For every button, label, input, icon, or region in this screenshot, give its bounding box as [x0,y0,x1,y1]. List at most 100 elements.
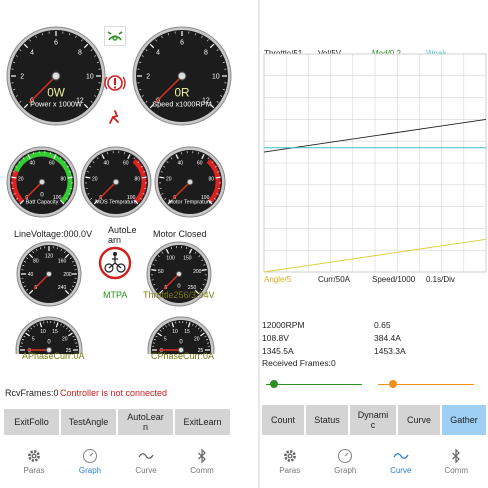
gauge-tick-label: 50 [158,269,164,275]
readout-current-2: 1345.5A [262,346,294,356]
rcv-frames-label: RcvFrames:0 [5,388,59,398]
gauge-tick-label: 10 [40,329,46,335]
gauge-tick-label: 20 [92,176,98,182]
nav-graph[interactable]: Graph [319,448,371,475]
legend-timebase: 0.1s/Div [426,275,455,284]
gauge-tick-label: 8 [78,49,82,56]
phase-a-current-label: APhaseCurr:0A [22,351,85,361]
gauge-tick-label: 20 [62,336,68,342]
bluetooth-icon [198,448,206,464]
nav-paras-label: Paras [23,466,45,475]
dashboard-panel: 0246810120WPower x 1000W 0246810120RSpee… [0,0,258,488]
gauge-tick [151,269,157,271]
connection-status: Controller is not connected [60,388,168,398]
gauge-tick-label: 100 [166,255,175,261]
exit-follow-button[interactable]: ExitFollo [4,409,59,435]
curve-button[interactable]: Curve [398,405,440,435]
nav-comm-label: Comm [444,466,469,475]
nav-paras[interactable]: Paras [264,448,316,475]
throttle-label: Throttle256/3.94V [143,290,215,300]
gauge-tick [11,176,17,179]
gauge-tick-label: 2 [146,73,150,80]
speedometer-icon [82,448,98,464]
gauge-tick-label: 20 [166,176,172,182]
legend-curr: Curr/50A [318,275,351,284]
gauge-caption: Power x 1000W [30,99,82,108]
nav-curve-label: Curve [390,466,412,475]
gauge-value: 0W [47,87,66,100]
bluetooth-icon [452,448,461,464]
gauge-tick-label: 6 [54,40,58,47]
slider-green[interactable] [266,380,362,390]
gauge-hub [186,178,194,186]
phase-c-current-gauge: 0510 1520250 [147,316,215,354]
gauge-tick-label: 40 [28,272,34,278]
gauge-hub [177,71,187,81]
readout-modulation: 0.65 [374,320,391,330]
speedometer-icon [338,448,353,464]
gauge-tick-label: 40 [103,161,109,167]
right-bottom-nav: Paras Graph Curve Comm [262,448,484,488]
nav-curve[interactable]: Curve [375,448,427,475]
gauge-tick-label: 40 [29,161,35,167]
gauge-tick [141,176,147,179]
gauge-value: 0 [40,192,44,199]
line-voltage-label: LineVoltage:000.0V [14,229,93,239]
nav-graph[interactable]: Graph [64,448,116,475]
legend-speed: Speed/1000 [372,275,416,284]
oscilloscope-panel: Throttle/51 Vol/5V Mod/0.2 Weak Angle/5 … [260,0,488,488]
dynamic-button[interactable]: Dynami c [350,405,396,435]
gear-icon [28,450,40,462]
wave-icon [393,453,409,459]
readout-current-3: 1453.3A [374,346,406,356]
gauge-tick-label: 15 [52,329,58,335]
gauge-tick-label: 4 [30,49,34,56]
gauge-caption: Batt Capacity [26,200,59,206]
count-button[interactable]: Count [262,405,304,435]
gauge-tick-label: 15 [184,329,190,335]
nav-graph-label: Graph [334,466,357,475]
gear-icon [283,450,296,462]
right-toolbar: Count Status Dynami c Curve Gather [262,405,486,435]
slider-green-knob[interactable] [270,380,279,388]
nav-comm[interactable]: Comm [430,448,482,475]
nav-curve[interactable]: Curve [120,448,172,475]
left-toolbar: ExitFollo TestAngle AutoLear n ExitLearn [4,409,230,435]
nav-paras-label: Paras [279,466,301,475]
battery-capacity-gauge: 0204060801000Batt Capacity [6,146,78,218]
gauge-tick [159,176,165,179]
exit-learn-button[interactable]: ExitLearn [175,409,230,435]
readout-current-1: 384.4A [374,333,401,343]
gauge-tick-label: 5 [164,336,167,342]
gauge-tick-label: 10 [172,329,178,335]
slider-orange-knob[interactable] [389,380,398,388]
slider-orange[interactable] [378,380,474,390]
gauge-tick [201,269,207,271]
auto-learn-button[interactable]: AutoLear n [118,409,173,435]
test-angle-button[interactable]: TestAngle [61,409,116,435]
status-button[interactable]: Status [306,405,348,435]
speed-gauge: 0246810120RSpeed x1000RPM [132,26,232,126]
steering-warning-icon [104,26,126,46]
nav-comm[interactable]: Comm [176,448,228,475]
gauge-tick-label: 120 [45,253,54,259]
mos-temperature-gauge: 020406080100MOS Temprature [80,146,152,218]
gauge-tick-label: 240 [58,285,67,291]
gauge-caption: MOS Temprature [95,200,137,206]
gauge-value: 0R [174,87,189,100]
oscilloscope-chart [263,53,487,273]
phase-a-current-gauge: 0510 1520250 [15,316,83,354]
nav-curve-label: Curve [135,466,157,475]
gather-button[interactable]: Gather [442,405,486,435]
gauge-tick-label: 150 [183,255,192,261]
gauge-tick-label: 160 [58,259,67,265]
bus-current-value: 0A [44,290,56,300]
gauge-tick-label: 80 [60,176,66,182]
gauge-tick-label: 200 [193,269,202,275]
gauge-tick-label: 2 [20,73,24,80]
wave-icon [138,453,154,459]
readout-rpm: 12000RPM [262,320,305,330]
gauge-hub [112,178,120,186]
brake-warning-icon [104,75,126,91]
nav-paras[interactable]: Paras [8,448,60,475]
